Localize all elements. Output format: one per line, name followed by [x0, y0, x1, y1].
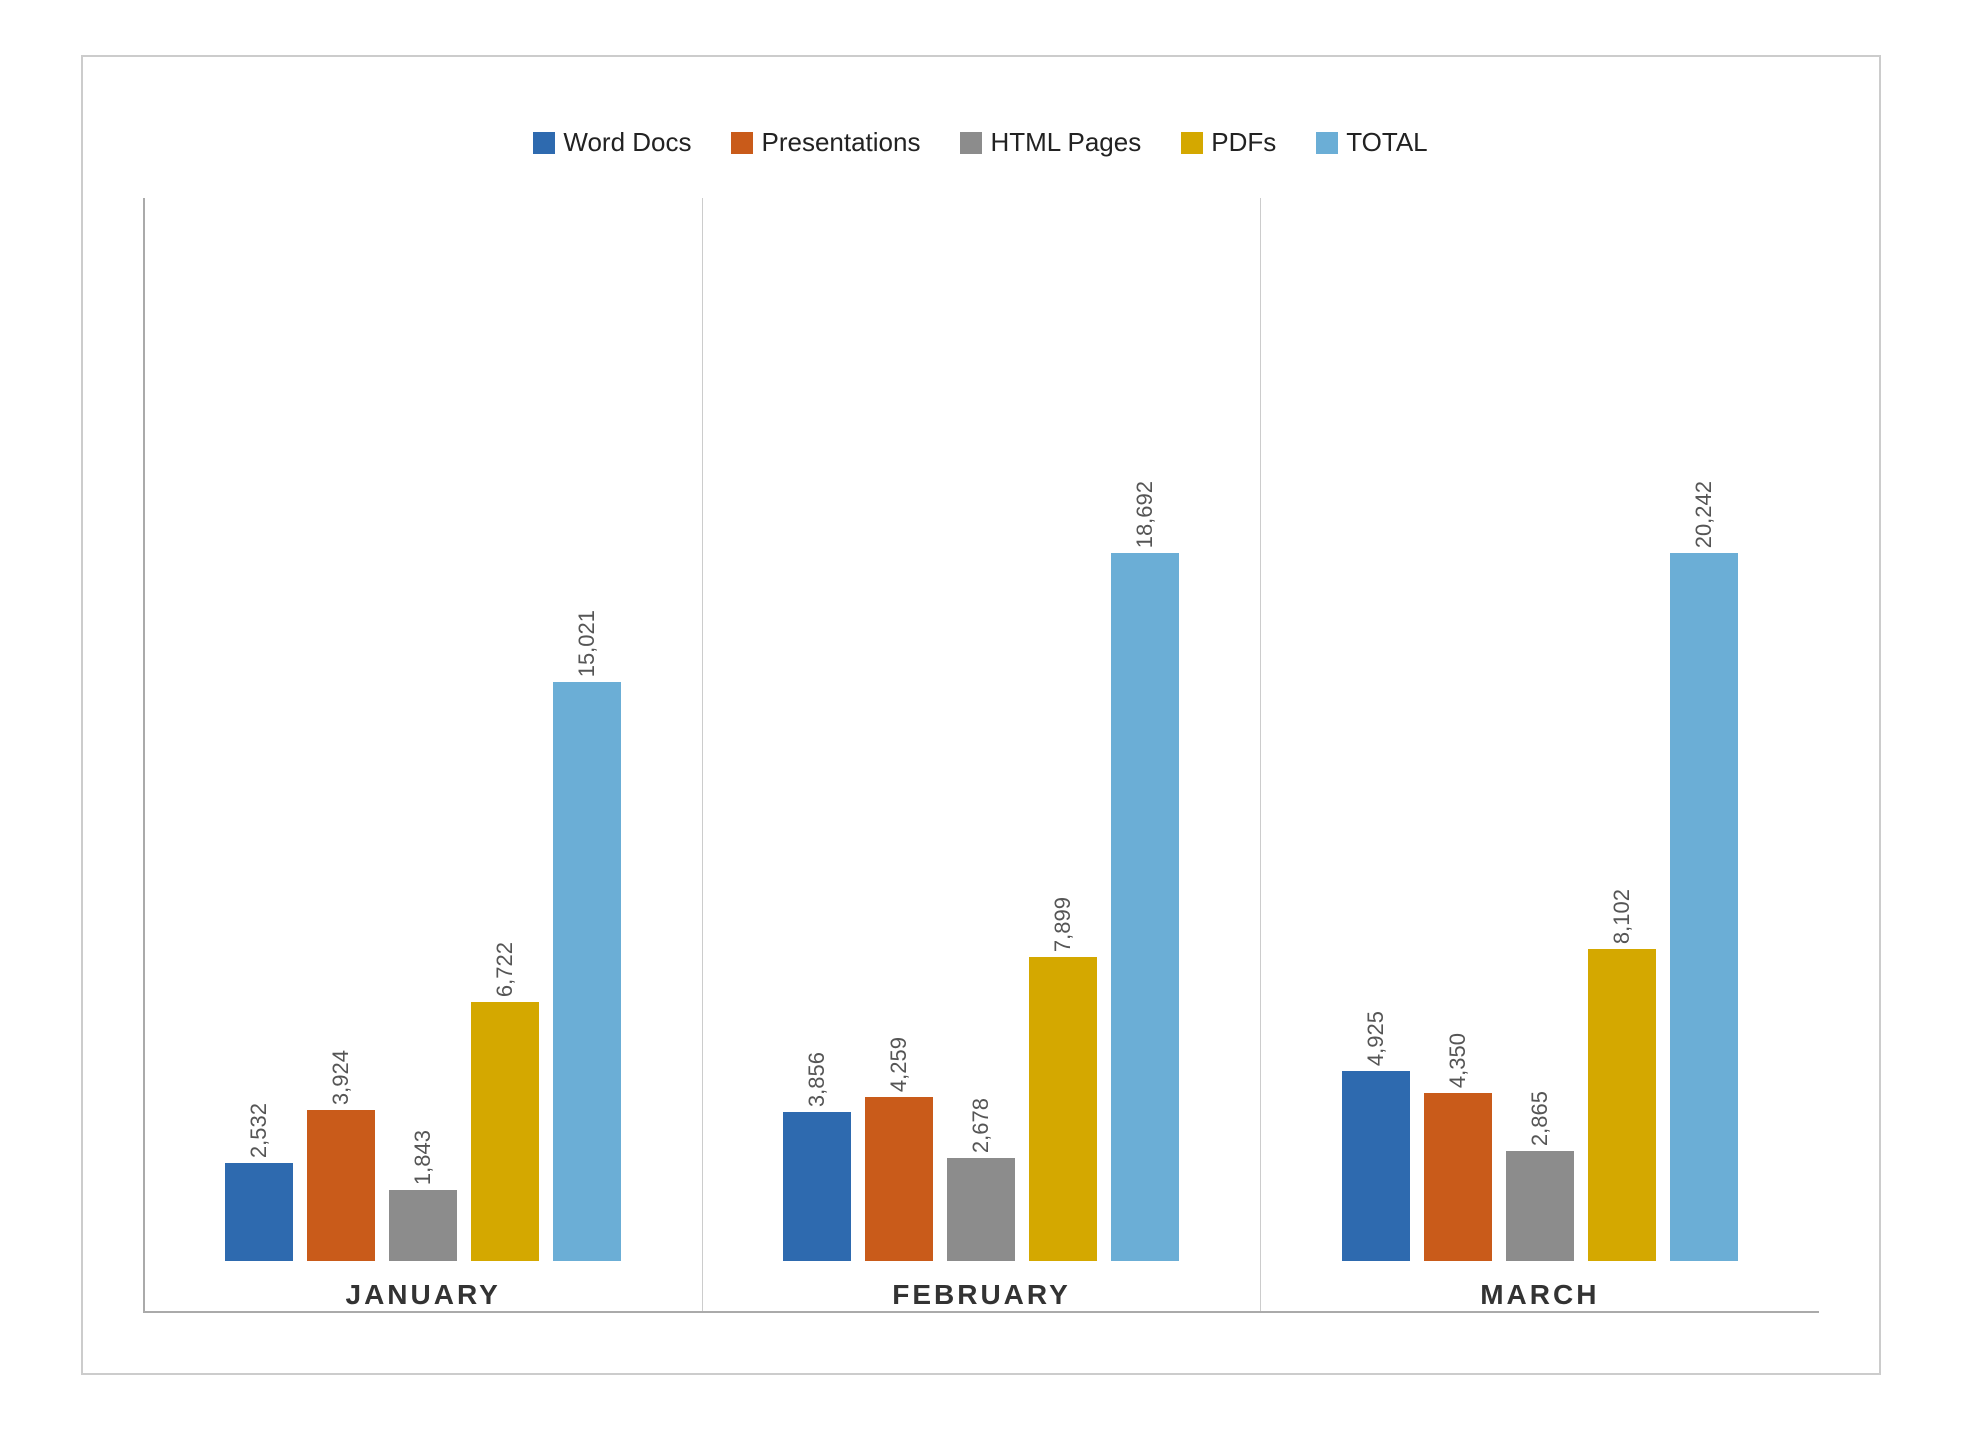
- legend-item-pdfs: PDFs: [1181, 127, 1276, 158]
- bar-value-march-total: 20,242: [1691, 481, 1717, 548]
- bar-february-word-docs: [783, 1112, 851, 1261]
- bar-march-total: [1670, 553, 1738, 1261]
- bar-wrapper-march-pdfs: 8,102: [1588, 481, 1656, 1261]
- bars-group-february: 3,856 4,259 2,678 7,899 18,692: [733, 481, 1230, 1261]
- legend-label-total: TOTAL: [1346, 127, 1427, 158]
- bars-group-march: 4,925 4,350 2,865 8,102 20,242: [1291, 481, 1788, 1261]
- chart-area: 2,532 3,924 1,843 6,722 15,021 JANUARY 3,856 4,…: [143, 198, 1819, 1313]
- bar-value-march-pdfs: 8,102: [1609, 889, 1635, 944]
- bar-march-word-docs: [1342, 1071, 1410, 1261]
- bar-value-february-presentations: 4,259: [886, 1037, 912, 1092]
- bar-february-pdfs: [1029, 957, 1097, 1261]
- month-label-march: MARCH: [1480, 1279, 1599, 1311]
- bar-january-pdfs: [471, 1002, 539, 1261]
- legend-label-presentations: Presentations: [761, 127, 920, 158]
- bar-march-pdfs: [1588, 949, 1656, 1261]
- bar-march-html-pages: [1506, 1151, 1574, 1261]
- bar-february-html-pages: [947, 1158, 1015, 1261]
- legend-swatch-word-docs: [533, 132, 555, 154]
- legend-item-word-docs: Word Docs: [533, 127, 691, 158]
- chart-container: Word Docs Presentations HTML Pages PDFs TOTA…: [81, 55, 1881, 1375]
- month-label-february: FEBRUARY: [892, 1279, 1071, 1311]
- bar-february-total: [1111, 553, 1179, 1261]
- bar-wrapper-march-word-docs: 4,925: [1342, 481, 1410, 1261]
- bar-wrapper-february-word-docs: 3,856: [783, 481, 851, 1261]
- bar-value-february-word-docs: 3,856: [804, 1052, 830, 1107]
- bar-value-february-pdfs: 7,899: [1050, 897, 1076, 952]
- bar-wrapper-january-html-pages: 1,843: [389, 481, 457, 1261]
- legend-item-presentations: Presentations: [731, 127, 920, 158]
- bar-value-january-pdfs: 6,722: [492, 942, 518, 997]
- bar-wrapper-january-presentations: 3,924: [307, 481, 375, 1261]
- legend-swatch-presentations: [731, 132, 753, 154]
- bar-february-presentations: [865, 1097, 933, 1261]
- bar-january-presentations: [307, 1110, 375, 1261]
- bar-wrapper-march-html-pages: 2,865: [1506, 481, 1574, 1261]
- bar-value-january-word-docs: 2,532: [246, 1103, 272, 1158]
- bar-value-january-html-pages: 1,843: [410, 1130, 436, 1185]
- bar-wrapper-march-presentations: 4,350: [1424, 481, 1492, 1261]
- bar-wrapper-january-total: 15,021: [553, 481, 621, 1261]
- bar-january-word-docs: [225, 1163, 293, 1261]
- legend-label-word-docs: Word Docs: [563, 127, 691, 158]
- month-label-january: JANUARY: [346, 1279, 501, 1311]
- bar-value-february-total: 18,692: [1132, 481, 1158, 548]
- legend-item-total: TOTAL: [1316, 127, 1427, 158]
- bar-wrapper-february-html-pages: 2,678: [947, 481, 1015, 1261]
- bar-wrapper-january-word-docs: 2,532: [225, 481, 293, 1261]
- bar-wrapper-february-presentations: 4,259: [865, 481, 933, 1261]
- legend-swatch-pdfs: [1181, 132, 1203, 154]
- legend-label-pdfs: PDFs: [1211, 127, 1276, 158]
- month-section-march: 4,925 4,350 2,865 8,102 20,242 MARCH: [1261, 198, 1818, 1311]
- month-section-january: 2,532 3,924 1,843 6,722 15,021 JANUARY: [145, 198, 703, 1311]
- bar-value-january-total: 15,021: [574, 610, 600, 677]
- legend-swatch-html-pages: [960, 132, 982, 154]
- bars-group-january: 2,532 3,924 1,843 6,722 15,021: [175, 481, 672, 1261]
- bar-value-february-html-pages: 2,678: [968, 1098, 994, 1153]
- bar-wrapper-march-total: 20,242: [1670, 481, 1738, 1261]
- bar-january-html-pages: [389, 1190, 457, 1261]
- bar-january-total: [553, 682, 621, 1261]
- bar-value-january-presentations: 3,924: [328, 1050, 354, 1105]
- bar-march-presentations: [1424, 1093, 1492, 1261]
- legend-item-html-pages: HTML Pages: [960, 127, 1141, 158]
- bar-value-march-word-docs: 4,925: [1363, 1011, 1389, 1066]
- bar-value-march-html-pages: 2,865: [1527, 1091, 1553, 1146]
- bar-wrapper-january-pdfs: 6,722: [471, 481, 539, 1261]
- bar-wrapper-february-pdfs: 7,899: [1029, 481, 1097, 1261]
- month-section-february: 3,856 4,259 2,678 7,899 18,692 FEBRUARY: [703, 198, 1261, 1311]
- legend-swatch-total: [1316, 132, 1338, 154]
- bar-value-march-presentations: 4,350: [1445, 1033, 1471, 1088]
- bar-wrapper-february-total: 18,692: [1111, 481, 1179, 1261]
- chart-legend: Word Docs Presentations HTML Pages PDFs TOTA…: [533, 127, 1427, 158]
- legend-label-html-pages: HTML Pages: [990, 127, 1141, 158]
